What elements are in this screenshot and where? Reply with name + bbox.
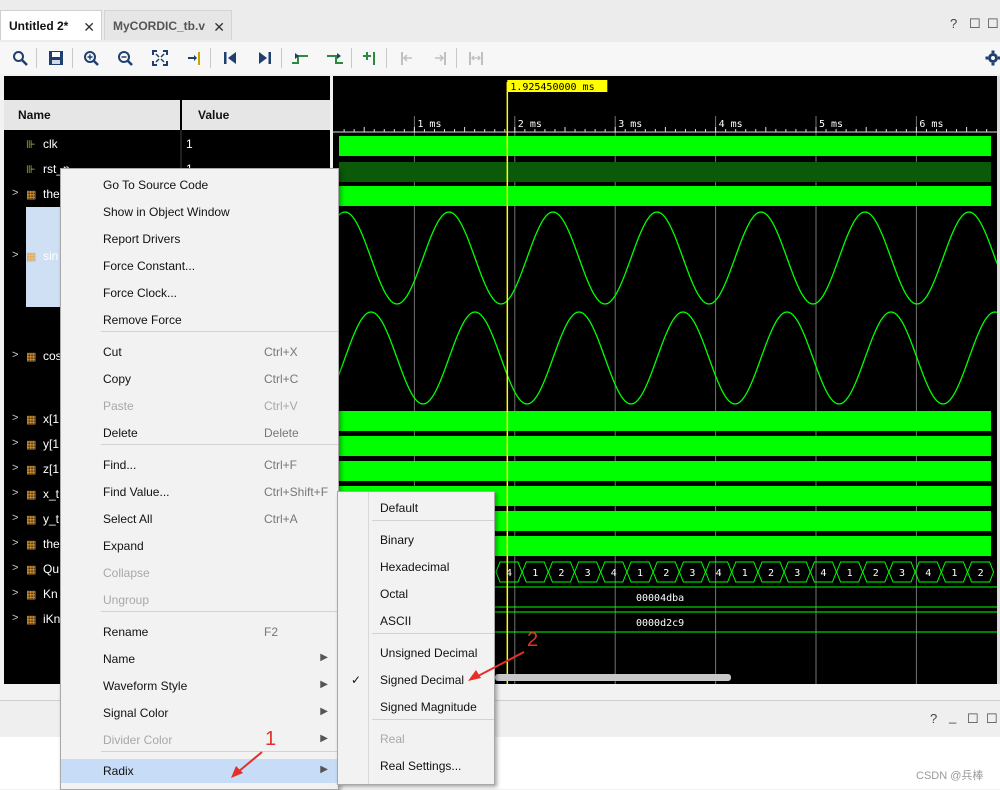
annotation-arrows <box>231 651 525 778</box>
annotation-2: 2 <box>527 629 539 651</box>
annotation-1: 1 <box>265 728 277 750</box>
watermark-text: CSDN @兵棒 <box>916 770 984 782</box>
